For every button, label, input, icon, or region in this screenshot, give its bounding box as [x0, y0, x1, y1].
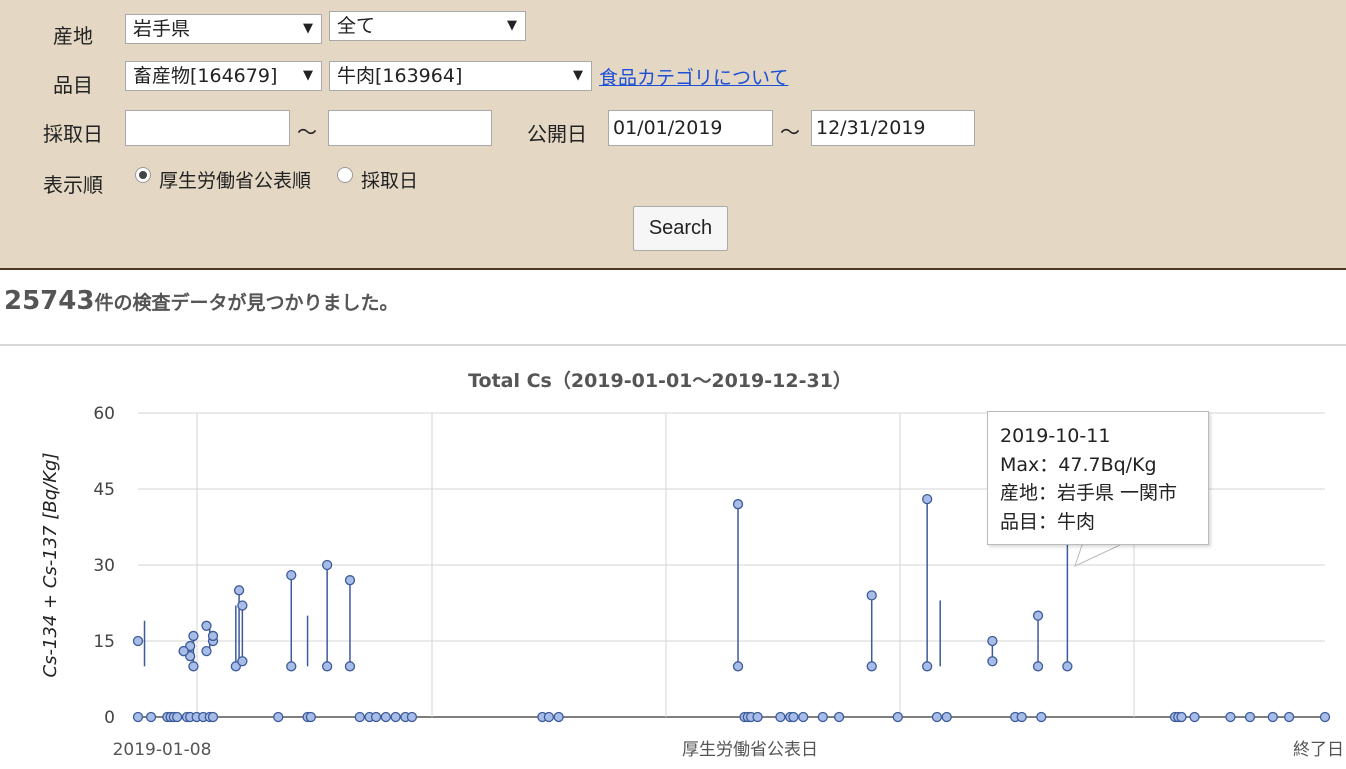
tooltip-origin: 産地：岩手県 一関市	[1000, 482, 1178, 504]
data-point	[1267, 711, 1278, 723]
data-point	[344, 661, 356, 672]
data-point	[1176, 711, 1187, 723]
tooltip-date: 2019-10-11	[1000, 425, 1111, 447]
data-point	[553, 711, 564, 723]
data-point	[233, 585, 245, 596]
data-point	[188, 661, 199, 672]
x-label-center: 厚生労働省公表日	[682, 740, 818, 760]
total-cs-chart: Total Cs（2019-01-01～2019-12-31） Cs-134 +…	[40, 369, 1344, 760]
data-point	[237, 600, 248, 611]
tooltip-max: Max：47.7Bq/Kg	[1000, 453, 1157, 476]
data-point	[922, 661, 933, 672]
data-point	[390, 711, 401, 723]
data-point	[321, 559, 333, 571]
data-point	[817, 711, 828, 723]
data-point	[1189, 711, 1200, 723]
data-point	[788, 711, 799, 723]
data-point	[987, 656, 998, 667]
tooltip-pointer	[1074, 542, 1121, 567]
chart-title: Total Cs（2019-01-01～2019-12-31）	[468, 369, 852, 392]
data-point	[406, 711, 418, 723]
data-point	[286, 661, 297, 672]
data-point	[145, 711, 157, 723]
data-point	[1032, 661, 1044, 672]
data-point	[987, 635, 998, 647]
data-point	[732, 661, 744, 672]
data-point	[1319, 711, 1331, 723]
x-label-right: 終了日	[1293, 740, 1344, 760]
data-point	[1283, 711, 1295, 723]
data-point	[752, 711, 763, 723]
data-point	[344, 575, 356, 586]
data-point	[1036, 711, 1047, 723]
data-point	[132, 635, 144, 647]
data-point	[207, 630, 219, 642]
data-point	[380, 711, 391, 723]
data-point	[273, 711, 284, 723]
data-point	[543, 711, 555, 723]
y-tick-label: 0	[104, 708, 115, 728]
data-point	[305, 711, 316, 723]
data-point	[201, 645, 212, 657]
y-tick-label: 15	[93, 632, 115, 652]
data-point	[321, 661, 333, 672]
data-point	[922, 493, 933, 505]
data-point	[775, 711, 786, 723]
data-point	[354, 711, 365, 723]
chart-tooltip: 2019-10-11 Max：47.7Bq/Kg 産地：岩手県 一関市 品目：牛…	[987, 411, 1209, 545]
x-label-left: 2019-01-08	[113, 740, 212, 760]
data-point	[171, 711, 183, 723]
data-point	[941, 711, 952, 723]
y-tick-label: 60	[93, 404, 115, 424]
data-point	[1032, 610, 1044, 621]
data-point	[892, 711, 903, 723]
y-ticks: 0 15 30 45 60	[93, 404, 115, 728]
range-lines	[143, 475, 1069, 667]
data-point	[866, 590, 877, 601]
data-point	[833, 711, 845, 723]
data-point	[237, 656, 248, 667]
data-point	[1016, 711, 1027, 723]
y-tick-label: 30	[93, 556, 115, 576]
data-point	[798, 711, 809, 723]
tooltip-item: 品目：牛肉	[1000, 510, 1096, 533]
y-tick-label: 45	[93, 480, 115, 500]
data-point	[1225, 711, 1236, 723]
data-point	[1244, 711, 1256, 723]
data-point	[931, 711, 943, 723]
data-point	[286, 569, 297, 581]
data-point	[201, 620, 212, 631]
data-point	[178, 645, 189, 657]
data-point	[1062, 661, 1073, 672]
data-point	[370, 711, 382, 723]
data-point	[188, 630, 199, 642]
data-point	[132, 711, 144, 723]
data-point	[732, 499, 744, 510]
data-point	[866, 661, 877, 672]
data-point	[207, 711, 219, 723]
y-axis-label: Cs-134 + Cs-137 [Bq/Kg]	[40, 453, 61, 678]
